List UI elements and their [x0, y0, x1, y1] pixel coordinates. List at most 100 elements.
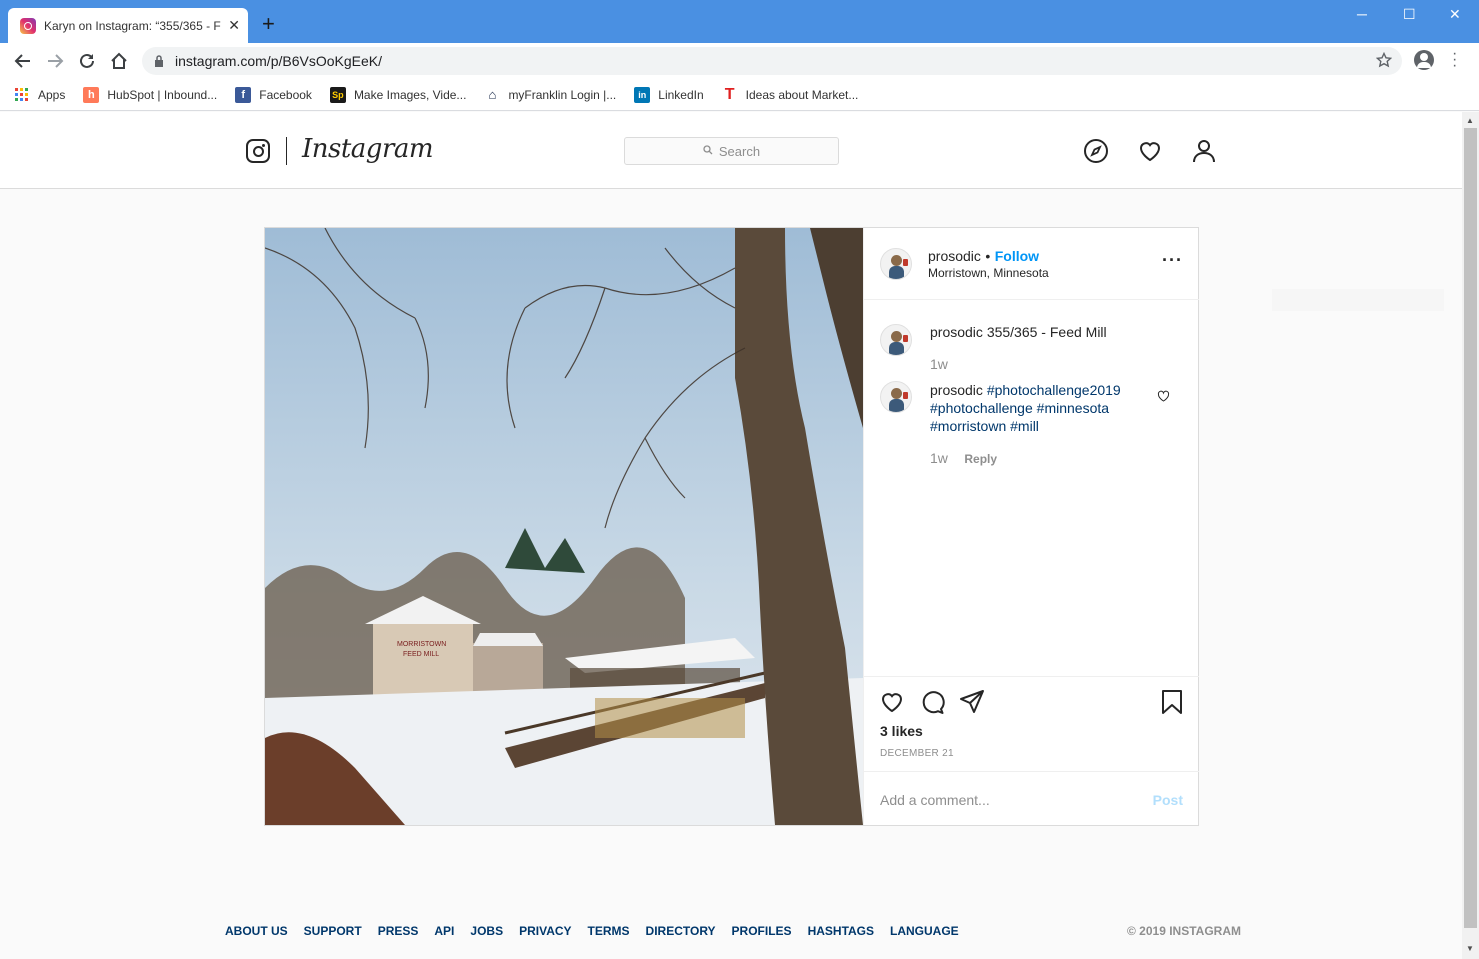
close-window-icon[interactable]: ✕ [1449, 6, 1461, 23]
reload-icon [80, 53, 94, 68]
footer-link-profiles[interactable]: PROFILES [732, 924, 792, 938]
profile-icon[interactable] [1191, 138, 1217, 164]
scroll-thumb[interactable] [1464, 128, 1477, 928]
post-comment-button[interactable]: Post [1153, 792, 1183, 808]
tab-title: Karyn on Instagram: “355/365 - F [44, 18, 221, 33]
save-bookmark-icon[interactable] [1160, 689, 1184, 715]
comment-like-heart-icon[interactable] [1157, 390, 1170, 403]
browser-toolbar: instagram.com/p/B6VsOoKgEeK/ · · · [0, 43, 1479, 79]
caption-username[interactable]: prosodic [930, 324, 983, 340]
likes-count[interactable]: 3 likes [880, 723, 923, 739]
reply-button[interactable]: Reply [964, 452, 997, 466]
back-arrow-icon [14, 54, 30, 68]
bookmark-label: Facebook [259, 87, 312, 102]
footer-link-privacy[interactable]: PRIVACY [519, 924, 571, 938]
comment-input[interactable]: Add a comment... [880, 792, 990, 808]
maximize-icon[interactable]: ☐ [1403, 6, 1416, 23]
feed-mill-photo: MORRISTOWN FEED MILL [265, 228, 863, 825]
follow-button[interactable]: Follow [995, 248, 1039, 264]
apps-grid-icon [14, 87, 30, 103]
search-icon [703, 144, 713, 158]
footer-link-support[interactable]: SUPPORT [304, 924, 362, 938]
instagram-wordmark[interactable]: Instagram [302, 134, 434, 164]
footer-link-terms[interactable]: TERMS [588, 924, 630, 938]
hubspot-icon: h [83, 86, 100, 103]
forward-button[interactable] [44, 50, 66, 72]
post-actions: 3 likes DECEMBER 21 [864, 676, 1199, 771]
bookmarks-bar: Apps h HubSpot | Inbound... f Facebook S… [0, 79, 1479, 111]
browser-titlebar: Karyn on Instagram: “355/365 - F ✕ + ─ ☐… [0, 0, 1479, 43]
avatar[interactable] [880, 248, 912, 280]
footer-link-directory[interactable]: DIRECTORY [646, 924, 716, 938]
post-header: prosodic • Follow Morristown, Minnesota … [864, 228, 1199, 300]
comment: prosodic #photochallenge2019 #photochall… [930, 381, 1150, 435]
back-button[interactable] [12, 50, 34, 72]
explore-compass-icon[interactable] [1083, 138, 1109, 164]
footer-link-about[interactable]: ABOUT US [225, 924, 288, 938]
hashtag[interactable]: #photochallenge [930, 400, 1033, 416]
comment-time[interactable]: 1w [930, 450, 948, 466]
hashtag[interactable]: #minnesota [1037, 400, 1109, 416]
more-options-icon[interactable]: ··· [1162, 250, 1183, 271]
franklin-icon: ⌂ [488, 87, 497, 102]
bookmark-spark[interactable]: Sp Make Images, Vide... [329, 86, 467, 103]
post-photo[interactable]: MORRISTOWN FEED MILL [265, 228, 863, 825]
bookmark-myfranklin[interactable]: ⌂ myFranklin Login |... [484, 87, 617, 103]
activity-heart-icon[interactable] [1137, 138, 1163, 164]
post-username[interactable]: prosodic [928, 248, 981, 264]
hashtag[interactable]: #photochallenge2019 [987, 382, 1121, 398]
home-icon [111, 52, 127, 69]
hashtag[interactable]: #morristown [930, 418, 1006, 434]
footer-link-jobs[interactable]: JOBS [470, 924, 503, 938]
scroll-down-icon[interactable]: ▼ [1466, 944, 1474, 953]
copyright: © 2019 INSTAGRAM [1127, 924, 1241, 938]
search-input[interactable]: Search [624, 137, 839, 165]
svg-text:MORRISTOWN: MORRISTOWN [397, 641, 446, 648]
footer-link-language[interactable]: LANGUAGE [890, 924, 959, 938]
caption-time[interactable]: 1w [930, 356, 948, 372]
post-sidebar: prosodic • Follow Morristown, Minnesota … [863, 228, 1199, 825]
bookmark-apps[interactable]: Apps [14, 87, 65, 103]
instagram-camera-icon[interactable] [246, 139, 270, 163]
spark-icon: Sp [329, 86, 346, 103]
logo-divider [286, 137, 287, 165]
footer-links: ABOUT US SUPPORT PRESS API JOBS PRIVACY … [225, 924, 975, 938]
close-tab-icon[interactable]: ✕ [228, 17, 240, 34]
minimize-icon[interactable]: ─ [1357, 6, 1367, 22]
comment-avatar[interactable] [880, 381, 912, 413]
bookmark-label: LinkedIn [658, 87, 704, 102]
footer-link-hashtags[interactable]: HASHTAGS [808, 924, 874, 938]
bookmark-facebook[interactable]: f Facebook [235, 86, 312, 103]
bookmark-linkedin[interactable]: in LinkedIn [634, 86, 704, 103]
account-icon[interactable] [1414, 50, 1434, 70]
bookmark-label: Make Images, Vide... [353, 87, 467, 102]
search-placeholder: Search [718, 143, 761, 159]
address-bar[interactable]: instagram.com/p/B6VsOoKgEeK/ [142, 47, 1402, 75]
bookmark-hubspot[interactable]: h HubSpot | Inbound... [83, 86, 217, 103]
comment-username[interactable]: prosodic [930, 382, 983, 398]
post-location[interactable]: Morristown, Minnesota [928, 266, 1049, 280]
browser-menu-icon[interactable]: · · · [1452, 46, 1457, 74]
page-viewport: Instagram Search MORRISTOWN FEED MILL pr… [0, 112, 1462, 959]
t-icon: T [724, 85, 735, 103]
footer-link-press[interactable]: PRESS [378, 924, 419, 938]
browser-tab[interactable]: Karyn on Instagram: “355/365 - F ✕ [8, 8, 248, 43]
post-date[interactable]: DECEMBER 21 [880, 748, 954, 759]
new-tab-button[interactable]: + [262, 13, 275, 35]
comment-bubble-icon[interactable] [919, 689, 945, 715]
share-paper-plane-icon[interactable] [959, 689, 985, 715]
like-heart-icon[interactable] [879, 689, 905, 715]
bookmark-ideas[interactable]: T Ideas about Market... [722, 85, 859, 103]
facebook-icon: f [235, 86, 252, 103]
bookmark-label: myFranklin Login |... [508, 87, 617, 102]
footer-link-api[interactable]: API [434, 924, 454, 938]
page-scrollbar[interactable]: ▲ ▼ [1462, 112, 1479, 959]
caption-avatar[interactable] [880, 324, 912, 356]
scroll-up-icon[interactable]: ▲ [1466, 116, 1474, 125]
reload-button[interactable] [76, 50, 98, 72]
instagram-header: Instagram Search [0, 112, 1462, 189]
bookmark-star-icon [1376, 52, 1392, 68]
linkedin-icon: in [634, 86, 651, 103]
home-button[interactable] [108, 50, 130, 72]
hashtag[interactable]: #mill [1010, 418, 1039, 434]
